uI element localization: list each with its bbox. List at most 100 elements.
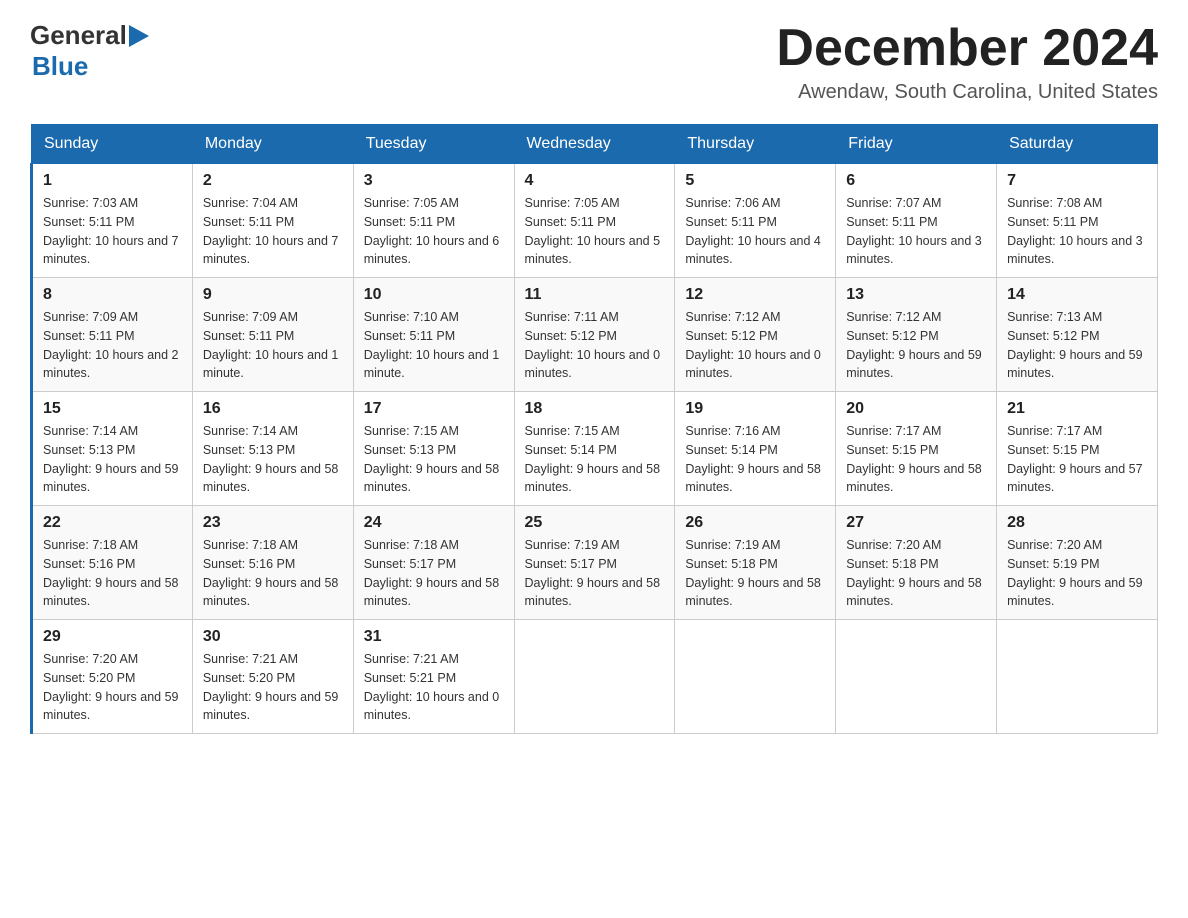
day-number: 19	[685, 400, 825, 418]
page-header: General Blue December 2024 Awendaw, Sout…	[30, 20, 1158, 104]
day-number: 21	[1007, 400, 1147, 418]
calendar-cell: 5 Sunrise: 7:06 AMSunset: 5:11 PMDaylight…	[675, 164, 836, 278]
day-number: 12	[685, 286, 825, 304]
calendar-cell: 16 Sunrise: 7:14 AMSunset: 5:13 PMDayligh…	[192, 392, 353, 506]
day-info: Sunrise: 7:04 AMSunset: 5:11 PMDaylight:…	[203, 194, 343, 269]
title-area: December 2024 Awendaw, South Carolina, U…	[776, 20, 1158, 104]
calendar-cell: 1 Sunrise: 7:03 AMSunset: 5:11 PMDaylight…	[32, 164, 193, 278]
calendar-cell: 18 Sunrise: 7:15 AMSunset: 5:14 PMDayligh…	[514, 392, 675, 506]
day-number: 11	[525, 286, 665, 304]
day-info: Sunrise: 7:20 AMSunset: 5:20 PMDaylight:…	[43, 650, 182, 725]
calendar-cell: 13 Sunrise: 7:12 AMSunset: 5:12 PMDayligh…	[836, 278, 997, 392]
day-number: 7	[1007, 172, 1147, 190]
day-number: 22	[43, 514, 182, 532]
calendar-cell	[836, 620, 997, 734]
calendar-week-row: 22 Sunrise: 7:18 AMSunset: 5:16 PMDayligh…	[32, 506, 1158, 620]
day-number: 6	[846, 172, 986, 190]
calendar-cell: 4 Sunrise: 7:05 AMSunset: 5:11 PMDaylight…	[514, 164, 675, 278]
location-subtitle: Awendaw, South Carolina, United States	[776, 81, 1158, 104]
day-number: 18	[525, 400, 665, 418]
calendar-cell: 3Sunrise: 7:05 AMSunset: 5:11 PMDaylight…	[353, 164, 514, 278]
day-number: 4	[525, 172, 665, 190]
calendar-cell: 31 Sunrise: 7:21 AMSunset: 5:21 PMDayligh…	[353, 620, 514, 734]
day-number: 20	[846, 400, 986, 418]
day-number: 10	[364, 286, 504, 304]
calendar-cell: 8Sunrise: 7:09 AMSunset: 5:11 PMDaylight…	[32, 278, 193, 392]
day-number: 13	[846, 286, 986, 304]
day-number: 30	[203, 628, 343, 646]
day-info: Sunrise: 7:20 AMSunset: 5:19 PMDaylight:…	[1007, 536, 1147, 611]
day-headers-row: SundayMondayTuesdayWednesdayThursdayFrid…	[32, 125, 1158, 164]
day-number: 3	[364, 172, 504, 190]
day-number: 28	[1007, 514, 1147, 532]
day-header-wednesday: Wednesday	[514, 125, 675, 164]
day-info: Sunrise: 7:12 AMSunset: 5:12 PMDaylight:…	[846, 308, 986, 383]
day-number: 1	[43, 172, 182, 190]
calendar-cell	[997, 620, 1158, 734]
logo-general-text: General	[30, 20, 127, 51]
day-number: 24	[364, 514, 504, 532]
calendar-week-row: 29Sunrise: 7:20 AMSunset: 5:20 PMDayligh…	[32, 620, 1158, 734]
calendar-table: SundayMondayTuesdayWednesdayThursdayFrid…	[30, 124, 1158, 734]
day-info: Sunrise: 7:10 AMSunset: 5:11 PMDaylight:…	[364, 308, 504, 383]
day-header-friday: Friday	[836, 125, 997, 164]
day-info: Sunrise: 7:17 AMSunset: 5:15 PMDaylight:…	[846, 422, 986, 497]
logo-arrow-icon	[129, 25, 149, 47]
calendar-week-row: 15 Sunrise: 7:14 AMSunset: 5:13 PMDayligh…	[32, 392, 1158, 506]
day-number: 5	[685, 172, 825, 190]
day-info: Sunrise: 7:18 AMSunset: 5:16 PMDaylight:…	[43, 536, 182, 611]
calendar-cell: 6 Sunrise: 7:07 AMSunset: 5:11 PMDaylight…	[836, 164, 997, 278]
day-number: 26	[685, 514, 825, 532]
day-info: Sunrise: 7:13 AMSunset: 5:12 PMDaylight:…	[1007, 308, 1147, 383]
calendar-cell: 11Sunrise: 7:11 AMSunset: 5:12 PMDayligh…	[514, 278, 675, 392]
day-header-thursday: Thursday	[675, 125, 836, 164]
day-info: Sunrise: 7:15 AMSunset: 5:14 PMDaylight:…	[525, 422, 665, 497]
calendar-cell: 19Sunrise: 7:16 AMSunset: 5:14 PMDayligh…	[675, 392, 836, 506]
day-number: 25	[525, 514, 665, 532]
calendar-cell: 12Sunrise: 7:12 AMSunset: 5:12 PMDayligh…	[675, 278, 836, 392]
day-info: Sunrise: 7:21 AMSunset: 5:20 PMDaylight:…	[203, 650, 343, 725]
day-info: Sunrise: 7:15 AMSunset: 5:13 PMDaylight:…	[364, 422, 504, 497]
day-number: 23	[203, 514, 343, 532]
calendar-cell: 20 Sunrise: 7:17 AMSunset: 5:15 PMDayligh…	[836, 392, 997, 506]
calendar-week-row: 8Sunrise: 7:09 AMSunset: 5:11 PMDaylight…	[32, 278, 1158, 392]
day-header-monday: Monday	[192, 125, 353, 164]
day-info: Sunrise: 7:14 AMSunset: 5:13 PMDaylight:…	[203, 422, 343, 497]
day-number: 9	[203, 286, 343, 304]
day-info: Sunrise: 7:03 AMSunset: 5:11 PMDaylight:…	[43, 194, 182, 269]
month-title: December 2024	[776, 20, 1158, 77]
logo: General Blue	[30, 20, 151, 82]
day-number: 17	[364, 400, 504, 418]
day-info: Sunrise: 7:18 AMSunset: 5:16 PMDaylight:…	[203, 536, 343, 611]
day-info: Sunrise: 7:18 AMSunset: 5:17 PMDaylight:…	[364, 536, 504, 611]
calendar-week-row: 1 Sunrise: 7:03 AMSunset: 5:11 PMDaylight…	[32, 164, 1158, 278]
day-info: Sunrise: 7:09 AMSunset: 5:11 PMDaylight:…	[43, 308, 182, 383]
day-info: Sunrise: 7:09 AMSunset: 5:11 PMDaylight:…	[203, 308, 343, 383]
day-header-tuesday: Tuesday	[353, 125, 514, 164]
day-info: Sunrise: 7:17 AMSunset: 5:15 PMDaylight:…	[1007, 422, 1147, 497]
calendar-cell: 7 Sunrise: 7:08 AMSunset: 5:11 PMDaylight…	[997, 164, 1158, 278]
day-info: Sunrise: 7:07 AMSunset: 5:11 PMDaylight:…	[846, 194, 986, 269]
day-header-saturday: Saturday	[997, 125, 1158, 164]
logo-blue-text: Blue	[32, 51, 151, 82]
calendar-cell: 10 Sunrise: 7:10 AMSunset: 5:11 PMDayligh…	[353, 278, 514, 392]
day-info: Sunrise: 7:20 AMSunset: 5:18 PMDaylight:…	[846, 536, 986, 611]
calendar-cell: 17 Sunrise: 7:15 AMSunset: 5:13 PMDayligh…	[353, 392, 514, 506]
calendar-cell: 24 Sunrise: 7:18 AMSunset: 5:17 PMDayligh…	[353, 506, 514, 620]
calendar-cell	[675, 620, 836, 734]
day-number: 15	[43, 400, 182, 418]
day-info: Sunrise: 7:21 AMSunset: 5:21 PMDaylight:…	[364, 650, 504, 725]
calendar-cell: 30 Sunrise: 7:21 AMSunset: 5:20 PMDayligh…	[192, 620, 353, 734]
day-header-sunday: Sunday	[32, 125, 193, 164]
day-number: 27	[846, 514, 986, 532]
calendar-cell: 25Sunrise: 7:19 AMSunset: 5:17 PMDayligh…	[514, 506, 675, 620]
day-info: Sunrise: 7:06 AMSunset: 5:11 PMDaylight:…	[685, 194, 825, 269]
calendar-cell: 23 Sunrise: 7:18 AMSunset: 5:16 PMDayligh…	[192, 506, 353, 620]
calendar-cell: 28 Sunrise: 7:20 AMSunset: 5:19 PMDayligh…	[997, 506, 1158, 620]
day-number: 31	[364, 628, 504, 646]
day-info: Sunrise: 7:05 AMSunset: 5:11 PMDaylight:…	[525, 194, 665, 269]
day-number: 16	[203, 400, 343, 418]
calendar-cell: 26Sunrise: 7:19 AMSunset: 5:18 PMDayligh…	[675, 506, 836, 620]
day-info: Sunrise: 7:08 AMSunset: 5:11 PMDaylight:…	[1007, 194, 1147, 269]
calendar-cell	[514, 620, 675, 734]
